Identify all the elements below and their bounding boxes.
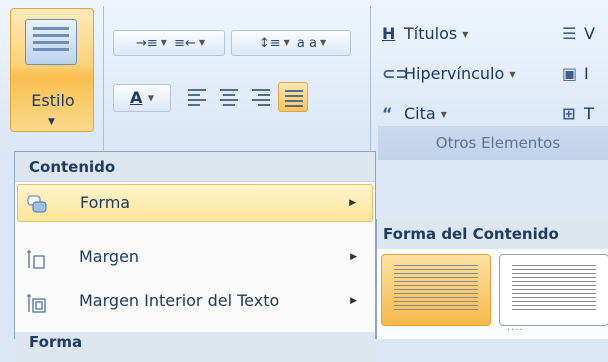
gallery-resize-grip[interactable]: ···· bbox=[507, 325, 524, 336]
chevron-down-icon: ▼ bbox=[440, 110, 447, 119]
chevron-down-icon: ▼ bbox=[509, 70, 516, 79]
chevron-down-icon: ▼ bbox=[48, 117, 55, 127]
chevron-down-icon[interactable]: ▼ bbox=[199, 38, 205, 47]
chevron-down-icon[interactable]: ▼ bbox=[284, 38, 290, 47]
style-icon bbox=[25, 19, 77, 65]
chevron-down-icon[interactable]: ▼ bbox=[161, 38, 167, 47]
table-label: T bbox=[584, 104, 594, 123]
menu-section-header: Forma bbox=[15, 332, 375, 362]
group-separator bbox=[370, 6, 371, 152]
style-button[interactable]: Estilo ▼ bbox=[10, 8, 94, 132]
align-center-button[interactable] bbox=[214, 82, 244, 112]
chevron-right-icon: ▶ bbox=[350, 252, 357, 262]
chevron-down-icon[interactable]: ▼ bbox=[320, 38, 326, 47]
list-label: V bbox=[584, 24, 595, 43]
align-right-button[interactable] bbox=[246, 82, 276, 112]
lines-preview bbox=[394, 265, 478, 313]
table-button[interactable]: ⊞ T bbox=[562, 104, 594, 123]
chevron-down-icon: ▼ bbox=[462, 30, 469, 39]
font-color-icon: A bbox=[129, 88, 143, 107]
indent-decrease-icon[interactable]: ≡← bbox=[171, 32, 199, 56]
spacing-buttons-group[interactable]: ↕≡ ▼ a a ▼ bbox=[231, 30, 351, 56]
style-button-label: Estilo bbox=[31, 91, 75, 110]
menu-item-margen[interactable]: Margen ▶ bbox=[17, 238, 373, 276]
menu-item-label: Forma bbox=[80, 193, 131, 212]
indent-increase-icon[interactable]: →≡ bbox=[133, 32, 161, 56]
menu-section-header: Contenido bbox=[15, 152, 375, 182]
chevron-down-icon: ▼ bbox=[147, 93, 155, 103]
heading-icon: H bbox=[382, 24, 396, 43]
hipervinculo-label: Hipervínculo bbox=[404, 64, 505, 83]
hyperlink-icon: ⊂⊃ bbox=[382, 64, 409, 83]
group-separator bbox=[103, 6, 104, 152]
gallery-item-rectangle[interactable] bbox=[381, 254, 491, 326]
image-button[interactable]: ▣ I bbox=[562, 64, 589, 83]
cita-label: Cita bbox=[404, 104, 436, 123]
margin-icon bbox=[25, 246, 47, 269]
gallery-item-rounded[interactable] bbox=[499, 254, 608, 326]
char-spacing-icon[interactable]: a a bbox=[294, 32, 320, 56]
align-justify-button[interactable] bbox=[278, 82, 308, 112]
hipervinculo-button[interactable]: ⊂⊃Hipervínculo ▼ bbox=[382, 64, 516, 83]
padding-icon bbox=[25, 290, 47, 313]
menu-item-label: Margen Interior del Texto bbox=[79, 291, 280, 310]
chevron-right-icon: ▶ bbox=[349, 198, 356, 208]
quote-icon: “ bbox=[382, 104, 393, 123]
align-left-button[interactable] bbox=[182, 82, 212, 112]
list-button[interactable]: ☰ V bbox=[562, 24, 595, 43]
menu-item-label: Margen bbox=[79, 247, 140, 266]
font-color-button[interactable]: A ▼ bbox=[113, 84, 171, 112]
style-dropdown-menu: Contenido Forma ▶ Margen ▶ Margen Interi… bbox=[14, 151, 376, 362]
table-icon: ⊞ bbox=[562, 104, 576, 123]
menu-item-margen-interior[interactable]: Margen Interior del Texto ▶ bbox=[17, 282, 373, 320]
titulos-label: Títulos bbox=[404, 24, 458, 43]
gallery-header: Forma del Contenido bbox=[377, 219, 608, 249]
image-label: I bbox=[584, 64, 589, 83]
list-icon: ☰ bbox=[562, 24, 577, 43]
chevron-right-icon: ▶ bbox=[350, 296, 357, 306]
shape-icon bbox=[26, 193, 48, 215]
indent-buttons-group[interactable]: →≡ ▼ ≡← ▼ bbox=[113, 30, 225, 56]
group-label-otros-elementos: Otros Elementos bbox=[378, 126, 608, 160]
line-spacing-icon[interactable]: ↕≡ bbox=[256, 32, 284, 56]
lines-preview bbox=[512, 265, 596, 313]
cita-button[interactable]: “ Cita ▼ bbox=[382, 104, 447, 123]
menu-item-forma[interactable]: Forma ▶ bbox=[17, 184, 373, 222]
titulos-button[interactable]: H Títulos ▼ bbox=[382, 24, 468, 43]
shape-gallery: Forma del Contenido ···· bbox=[376, 219, 608, 339]
image-icon: ▣ bbox=[562, 64, 578, 83]
